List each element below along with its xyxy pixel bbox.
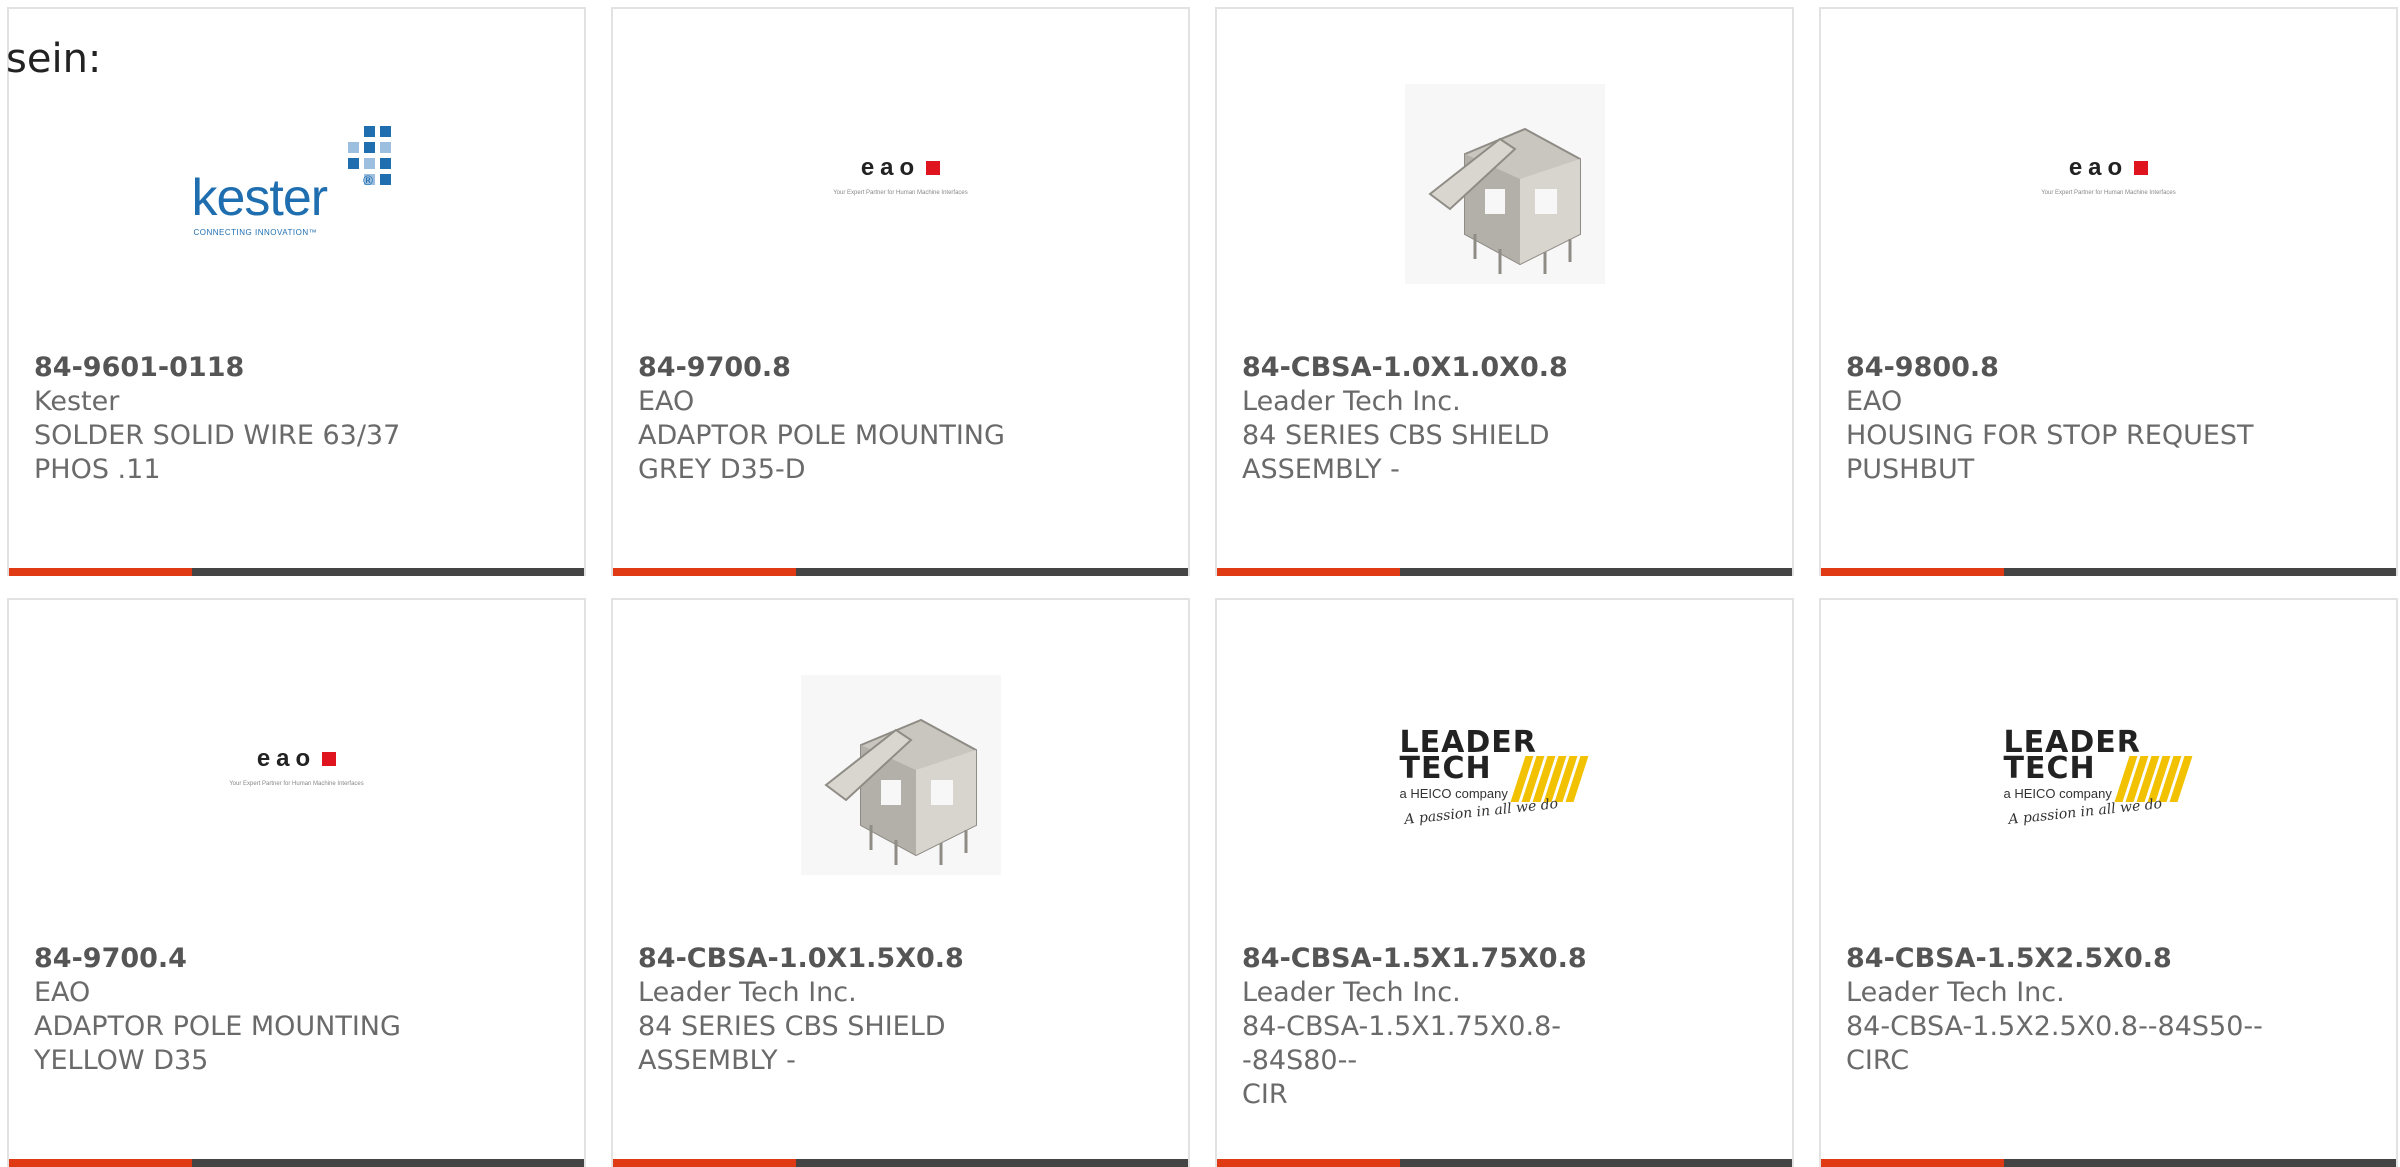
manufacturer: EAO	[34, 977, 91, 1008]
part-number[interactable]: 84-9601-0118	[34, 351, 454, 385]
product-info: 84-9601-0118 Kester SOLDER SOLID WIRE 63…	[34, 351, 454, 487]
kester-logo: kester ® CONNECTING INNOVATION™	[192, 124, 402, 244]
card-footer-bar	[9, 1159, 584, 1167]
leader-tech-logo: LEADER TECH a HEICO company A passion in…	[1400, 720, 1610, 830]
description-line-1: HOUSING FOR STOP REQUEST	[1846, 420, 2254, 451]
card-footer-bar	[1217, 1159, 1792, 1167]
product-image[interactable]: LEADER TECH a HEICO company A passion in…	[1821, 670, 2396, 880]
product-info: 84-CBSA-1.5X2.5X0.8 Leader Tech Inc. 84-…	[1846, 942, 2266, 1078]
description-line-2: PHOS .11	[34, 454, 161, 485]
product-card[interactable]: LEADER TECH a HEICO company A passion in…	[1215, 598, 1794, 1167]
product-card[interactable]: 84-CBSA-1.0X1.0X0.8 Leader Tech Inc. 84 …	[1215, 7, 1794, 576]
product-info: 84-9800.8 EAO HOUSING FOR STOP REQUEST P…	[1846, 351, 2266, 487]
eao-square-icon	[322, 752, 337, 766]
leader-stripes-icon	[2114, 756, 2192, 802]
product-image[interactable]: eao Your Expert Partner for Human Machin…	[1821, 79, 2396, 289]
part-number[interactable]: 84-9700.8	[638, 351, 1058, 385]
card-footer-bar	[1821, 1159, 2396, 1167]
manufacturer: EAO	[638, 386, 695, 417]
product-image[interactable]	[613, 670, 1188, 880]
product-image[interactable]: eao Your Expert Partner for Human Machin…	[9, 670, 584, 880]
manufacturer: Leader Tech Inc.	[1846, 977, 2065, 1008]
product-info: 84-CBSA-1.5X1.75X0.8 Leader Tech Inc. 84…	[1242, 942, 1662, 1112]
card-footer-bar	[613, 1159, 1188, 1167]
product-card[interactable]: eao Your Expert Partner for Human Machin…	[611, 7, 1190, 576]
leader-tech-logo: LEADER TECH a HEICO company A passion in…	[2004, 720, 2214, 830]
leader-stripes-icon	[1510, 756, 1588, 802]
description-line-2: CIR	[1242, 1079, 1288, 1110]
product-image[interactable]: kester ® CONNECTING INNOVATION™	[9, 79, 584, 289]
part-number[interactable]: 84-9700.4	[34, 942, 454, 976]
description-line-1: SOLDER SOLID WIRE 63/37	[34, 420, 401, 451]
description-line-2: PUSHBUT	[1846, 454, 1975, 485]
part-number[interactable]: 84-CBSA-1.5X1.75X0.8	[1242, 942, 1662, 976]
product-card[interactable]: eao Your Expert Partner for Human Machin…	[7, 598, 586, 1167]
description-line-1: 84-CBSA-1.5X2.5X0.8--84S50--	[1846, 1011, 2263, 1042]
manufacturer: EAO	[1846, 386, 1903, 417]
product-card[interactable]: LEADER TECH a HEICO company A passion in…	[1819, 598, 2398, 1167]
shield-assembly-photo	[1404, 84, 1605, 284]
part-number[interactable]: 84-CBSA-1.0X1.5X0.8	[638, 942, 1058, 976]
product-card[interactable]: 84-CBSA-1.0X1.5X0.8 Leader Tech Inc. 84 …	[611, 598, 1190, 1167]
shield-assembly-photo	[800, 675, 1001, 875]
manufacturer: Leader Tech Inc.	[1242, 977, 1461, 1008]
card-footer-bar	[1217, 568, 1792, 576]
page-label: sein:	[6, 36, 102, 82]
card-footer-bar	[1821, 568, 2396, 576]
part-number[interactable]: 84-CBSA-1.0X1.0X0.8	[1242, 351, 1662, 385]
description-line-2: ASSEMBLY -	[638, 1045, 796, 1076]
product-grid: kester ® CONNECTING INNOVATION™ 84-9601-…	[7, 7, 2398, 1167]
product-info: 84-CBSA-1.0X1.0X0.8 Leader Tech Inc. 84 …	[1242, 351, 1662, 487]
product-image[interactable]	[1217, 79, 1792, 289]
product-card[interactable]: eao Your Expert Partner for Human Machin…	[1819, 7, 2398, 576]
description-line-1: 84 SERIES CBS SHIELD	[1242, 420, 1550, 451]
part-number[interactable]: 84-CBSA-1.5X2.5X0.8	[1846, 942, 2266, 976]
eao-square-icon	[926, 161, 941, 175]
description-line-2: CIRC	[1846, 1045, 1910, 1076]
description-line-1: ADAPTOR POLE MOUNTING	[34, 1011, 401, 1042]
eao-logo: eao Your Expert Partner for Human Machin…	[2041, 154, 2176, 196]
product-card[interactable]: kester ® CONNECTING INNOVATION™ 84-9601-…	[7, 7, 586, 576]
product-info: 84-9700.8 EAO ADAPTOR POLE MOUNTING GREY…	[638, 351, 1058, 487]
part-number[interactable]: 84-9800.8	[1846, 351, 2266, 385]
card-footer-bar	[613, 568, 1188, 576]
manufacturer: Leader Tech Inc.	[638, 977, 857, 1008]
description-line-1: 84-CBSA-1.5X1.75X0.8--84S80--	[1242, 1011, 1561, 1076]
product-info: 84-9700.4 EAO ADAPTOR POLE MOUNTING YELL…	[34, 942, 454, 1078]
manufacturer: Kester	[34, 386, 120, 417]
description-line-1: 84 SERIES CBS SHIELD	[638, 1011, 946, 1042]
description-line-2: YELLOW D35	[34, 1045, 209, 1076]
description-line-1: ADAPTOR POLE MOUNTING	[638, 420, 1005, 451]
description-line-2: ASSEMBLY -	[1242, 454, 1400, 485]
product-image[interactable]: eao Your Expert Partner for Human Machin…	[613, 79, 1188, 289]
card-footer-bar	[9, 568, 584, 576]
eao-logo: eao Your Expert Partner for Human Machin…	[229, 745, 364, 787]
eao-logo: eao Your Expert Partner for Human Machin…	[833, 154, 968, 196]
product-info: 84-CBSA-1.0X1.5X0.8 Leader Tech Inc. 84 …	[638, 942, 1058, 1078]
description-line-2: GREY D35-D	[638, 454, 806, 485]
product-image[interactable]: LEADER TECH a HEICO company A passion in…	[1217, 670, 1792, 880]
manufacturer: Leader Tech Inc.	[1242, 386, 1461, 417]
eao-square-icon	[2134, 161, 2149, 175]
